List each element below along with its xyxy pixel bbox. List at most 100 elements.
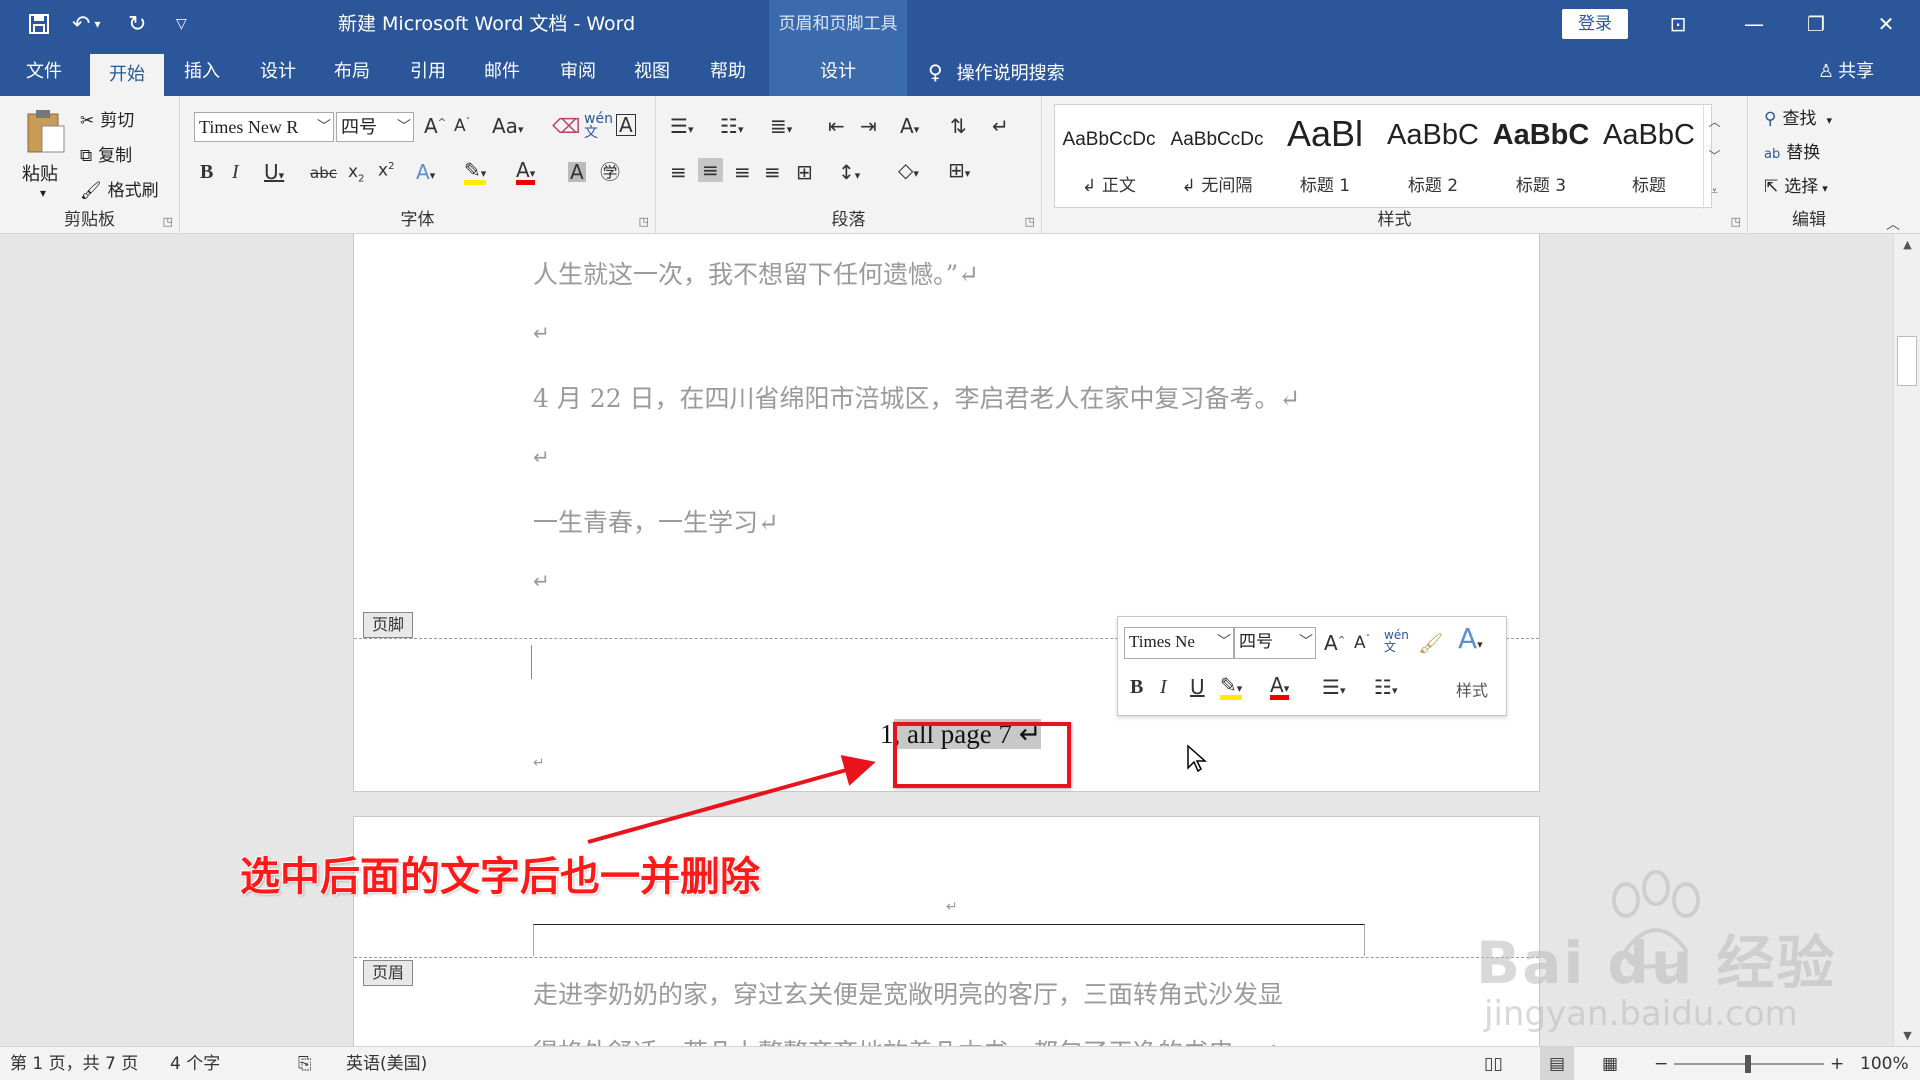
change-case-icon[interactable]: Aa▾ xyxy=(492,116,523,136)
tab-layout[interactable]: 布局 xyxy=(318,48,386,96)
mini-shrink-font-icon[interactable]: Aˇ xyxy=(1354,635,1370,652)
align-center-icon[interactable]: ≡ xyxy=(698,158,723,182)
style-title[interactable]: AaBbC 标题 xyxy=(1595,105,1703,209)
tab-file[interactable]: 文件 xyxy=(12,48,76,96)
font-name-box[interactable]: Times New R ﹀ xyxy=(194,112,334,142)
read-mode-icon[interactable]: ▯▯ xyxy=(1484,1047,1503,1080)
zoom-slider-thumb[interactable] xyxy=(1745,1055,1751,1073)
style-heading-3[interactable]: AaBbC 标题 3 xyxy=(1487,105,1595,209)
mini-font-color-icon[interactable]: A▾ xyxy=(1270,675,1290,700)
enclose-char-icon[interactable]: ㊫ xyxy=(600,162,620,182)
font-color-icon[interactable]: A▾ xyxy=(516,160,536,185)
undo-icon[interactable]: ↶ ▾ xyxy=(72,0,100,48)
page-count[interactable]: 第 1 页，共 7 页 xyxy=(10,1047,138,1080)
tab-references[interactable]: 引用 xyxy=(394,48,462,96)
highlight-icon[interactable]: ✎▾ xyxy=(464,160,487,185)
tab-design[interactable]: 设计 xyxy=(244,48,312,96)
shrink-font-icon[interactable]: Aˇ xyxy=(454,118,470,135)
strikethrough-icon[interactable]: abc xyxy=(310,166,337,181)
mini-styles-icon[interactable]: A▾ xyxy=(1458,625,1483,653)
underline-icon[interactable]: U▾ xyxy=(264,162,284,182)
styles-launcher-icon[interactable]: ◳ xyxy=(1731,215,1741,228)
mini-format-painter-icon[interactable]: 🖌 xyxy=(1418,633,1443,653)
shading-icon[interactable]: ◇▾ xyxy=(898,160,919,180)
style-heading-2[interactable]: AaBbC 标题 2 xyxy=(1379,105,1487,209)
paragraph[interactable]: 4 月 22 日，在四川省绵阳市涪城区，李启君老人在家中复习备考。↵ xyxy=(533,379,1301,415)
mini-underline-icon[interactable]: U xyxy=(1190,677,1205,697)
mini-font-name-box[interactable]: Times Ne ﹀ xyxy=(1124,627,1234,659)
zoom-level[interactable]: 100% xyxy=(1860,1047,1909,1080)
increase-indent-icon[interactable]: ⇥ xyxy=(860,116,877,136)
superscript-icon[interactable]: x2 xyxy=(378,162,394,180)
mini-italic-icon[interactable]: I xyxy=(1160,677,1167,697)
minimize-icon[interactable]: — xyxy=(1724,0,1784,48)
align-right-icon[interactable]: ≡ xyxy=(734,162,751,182)
paragraph-mark[interactable]: ↵ xyxy=(533,445,550,469)
decrease-indent-icon[interactable]: ⇤ xyxy=(828,116,845,136)
line-spacing-icon[interactable]: ↕▾ xyxy=(838,162,860,182)
styles-scroll-up-icon[interactable]: ︿ xyxy=(1703,105,1725,139)
login-button[interactable]: 登录 xyxy=(1562,9,1628,39)
tab-review[interactable]: 审阅 xyxy=(544,48,612,96)
zoom-in-icon[interactable]: + xyxy=(1830,1047,1844,1080)
word-count[interactable]: 4 个字 xyxy=(170,1047,220,1080)
font-launcher-icon[interactable]: ◳ xyxy=(639,215,649,228)
sort-icon[interactable]: ⇅ xyxy=(950,116,967,136)
customize-qat-icon[interactable]: ▽ xyxy=(176,0,187,48)
scroll-thumb[interactable] xyxy=(1897,336,1917,386)
paragraph[interactable]: 一生青春，一生学习↵ xyxy=(533,503,779,539)
mini-numbering-icon[interactable]: ☷▾ xyxy=(1374,677,1397,697)
bold-icon[interactable]: B xyxy=(200,162,213,182)
grow-font-icon[interactable]: A^ xyxy=(424,116,446,136)
find-button[interactable]: ⚲ 查找 ▾ xyxy=(1764,104,1832,129)
proofing-icon[interactable]: ⎘ xyxy=(298,1047,312,1080)
mini-bullets-icon[interactable]: ☰▾ xyxy=(1322,677,1345,697)
mini-font-size-box[interactable]: 四号 ﹀ xyxy=(1234,627,1316,659)
paste-button[interactable]: 粘贴 ▾ xyxy=(18,106,74,202)
restore-icon[interactable]: ❐ xyxy=(1786,0,1846,48)
styles-more-icon[interactable]: ⩡ xyxy=(1703,173,1725,209)
style-no-spacing[interactable]: AaBbCcDc ↲ 无间隔 xyxy=(1163,105,1271,209)
italic-icon[interactable]: I xyxy=(232,162,239,182)
vertical-scrollbar[interactable]: ▲ ▼ xyxy=(1893,234,1920,1046)
tab-help[interactable]: 帮助 xyxy=(694,48,762,96)
distributed-icon[interactable]: ⊞ xyxy=(796,162,813,182)
paragraph[interactable]: 人生就这一次，我不想留下任何遗憾。”↵ xyxy=(533,255,979,291)
tab-view[interactable]: 视图 xyxy=(618,48,686,96)
replace-button[interactable]: ab 替换 xyxy=(1764,138,1820,163)
char-border-icon[interactable]: A xyxy=(616,114,636,136)
tab-home[interactable]: 开始 xyxy=(90,54,164,96)
share-button[interactable]: ♙ 共享 xyxy=(1818,48,1874,96)
borders-icon[interactable]: ⊞▾ xyxy=(948,160,970,180)
show-marks-icon[interactable]: ↵ xyxy=(992,116,1009,136)
tab-header-footer-design[interactable]: 设计 xyxy=(769,48,907,96)
zoom-out-icon[interactable]: − xyxy=(1654,1047,1668,1080)
redo-icon[interactable]: ↻ xyxy=(128,0,146,48)
styles-scroll-down-icon[interactable]: ﹀ xyxy=(1703,139,1725,173)
close-icon[interactable]: ✕ xyxy=(1856,0,1916,48)
paragraph-mark[interactable]: ↵ xyxy=(533,321,550,345)
clear-format-icon[interactable]: ⌫ xyxy=(552,116,580,136)
tab-mailings[interactable]: 邮件 xyxy=(468,48,536,96)
save-icon[interactable] xyxy=(28,0,50,48)
mini-bold-icon[interactable]: B xyxy=(1130,677,1143,697)
collapse-ribbon-icon[interactable]: ︿ xyxy=(1886,214,1900,234)
paragraph[interactable]: 得格外舒适，茶几上整整齐齐地放着几本书，都包了干净的书皮。↵ xyxy=(533,1033,1279,1046)
phonetic-guide-icon[interactable]: wén 文 xyxy=(584,112,613,140)
subscript-icon[interactable]: x2 xyxy=(348,163,364,184)
cut-button[interactable]: ✂ 剪切 xyxy=(80,106,134,131)
text-effects-icon[interactable]: A▾ xyxy=(416,162,435,182)
scroll-up-icon[interactable]: ▲ xyxy=(1894,238,1920,251)
bullets-icon[interactable]: ☰▾ xyxy=(670,116,693,136)
paragraph[interactable]: 走进李奶奶的家，穿过玄关便是宽敞明亮的客厅，三面转角式沙发显 xyxy=(533,975,1283,1011)
tab-insert[interactable]: 插入 xyxy=(168,48,236,96)
mini-phonetic-icon[interactable]: wén 文 xyxy=(1384,629,1409,653)
language[interactable]: 英语(美国) xyxy=(346,1047,427,1080)
paragraph-mark[interactable]: ↵ xyxy=(533,569,550,593)
mini-grow-font-icon[interactable]: A^ xyxy=(1324,633,1345,653)
numbering-icon[interactable]: ☷▾ xyxy=(720,116,743,136)
ribbon-display-icon[interactable]: ⊡ xyxy=(1648,0,1708,48)
scroll-down-icon[interactable]: ▼ xyxy=(1894,1029,1920,1042)
justify-icon[interactable]: ≡ xyxy=(764,162,781,182)
print-layout-icon[interactable]: ▤ xyxy=(1540,1047,1574,1080)
